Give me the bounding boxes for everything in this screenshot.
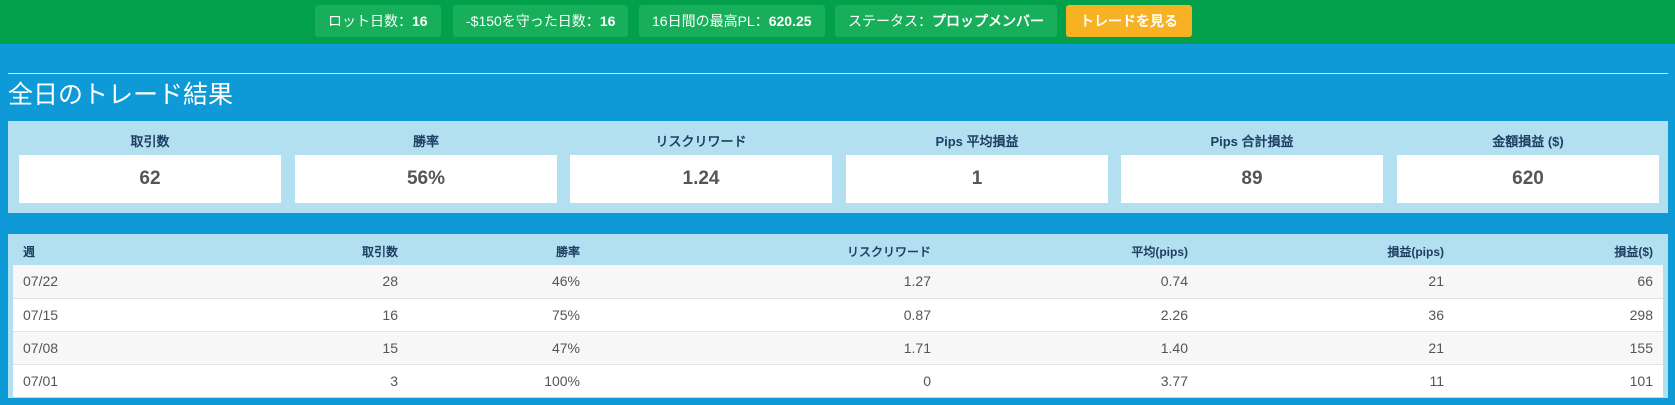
status-value: プロップメンバー (932, 13, 1044, 29)
stat-amount-pl: 金額損益 ($) 620 (1397, 121, 1659, 213)
stat-label: 金額損益 ($) (1492, 134, 1564, 149)
column-header-risk-reward[interactable]: リスクリワード (590, 238, 941, 265)
cell-week: 07/08 (13, 330, 193, 364)
cell-pl-pips: 21 (1198, 330, 1454, 364)
status-label: ステータス： (848, 13, 932, 29)
best-pl-value: 620.25 (768, 13, 812, 29)
cell-week: 07/15 (13, 297, 193, 331)
stat-label: リスクリワード (655, 134, 747, 149)
status-chip: ステータス：プロップメンバー (835, 5, 1057, 37)
view-trades-button[interactable]: トレードを見る (1066, 5, 1192, 37)
stat-label: Pips 合計損益 (1210, 134, 1294, 149)
cell-win-rate: 75% (408, 297, 590, 331)
top-status-bar: ロット日数：16 -$150を守った日数：16 16日間の最高PL：620.25… (0, 0, 1675, 44)
stat-label: 取引数 (130, 134, 170, 149)
cell-pl-usd: 66 (1637, 273, 1653, 290)
cell-win-rate: 47% (408, 330, 590, 364)
column-header-week[interactable]: 週 (13, 238, 193, 265)
cell-avg-pips: 2.26 (941, 297, 1198, 331)
table-row: 07/15 16 75% 0.87 2.26 36 298 (13, 297, 1663, 331)
cell-week: 07/22 (23, 273, 59, 290)
stat-label: Pips 平均損益 (935, 134, 1019, 149)
cell-pl-usd: 101 (1454, 363, 1663, 397)
cell-trades: 16 (193, 297, 408, 331)
table-row: 07/08 15 47% 1.71 1.40 21 155 (13, 330, 1663, 364)
lot-days-label: ロット日数： (328, 13, 412, 29)
stat-win-rate: 勝率 56% (295, 121, 557, 213)
cell-risk-reward: 0 (590, 363, 941, 397)
cell-pl-pips: 11 (1198, 363, 1454, 397)
table-row: 07/01 3 100% 0 3.77 11 101 (13, 363, 1663, 397)
cell-win-rate: 100% (408, 363, 590, 397)
cell-avg-pips: 0.74 (1160, 273, 1188, 290)
table-header-row: 週 取引数 勝率 リスクリワード 平均(pips) 損益(pips) 損益($) (13, 238, 1663, 265)
cell-week: 07/01 (13, 363, 193, 397)
stat-value: 1.24 (570, 155, 832, 203)
section-divider (8, 73, 1668, 74)
stat-pips-average: Pips 平均損益 1 (846, 121, 1108, 213)
stat-label: 勝率 (412, 134, 439, 149)
stat-value: 620 (1397, 155, 1659, 203)
section-title: 全日のトレード結果 (8, 81, 234, 109)
best-pl-label: 16日間の最高PL： (652, 13, 769, 29)
lot-days-value: 16 (412, 13, 428, 29)
best-pl-chip: 16日間の最高PL：620.25 (639, 5, 825, 37)
weekly-results-panel: 週 取引数 勝率 リスクリワード 平均(pips) 損益(pips) 損益($)… (8, 234, 1668, 398)
stat-risk-reward: リスクリワード 1.24 (570, 121, 832, 213)
cell-trades: 28 (382, 273, 398, 290)
protected-days-chip: -$150を守った日数：16 (453, 5, 629, 37)
cell-risk-reward: 0.87 (590, 297, 941, 331)
protected-days-label: -$150を守った日数： (466, 13, 600, 29)
cell-risk-reward: 1.71 (590, 330, 941, 364)
protected-days-value: 16 (599, 13, 616, 29)
stat-value: 89 (1121, 155, 1383, 203)
cell-avg-pips: 1.40 (941, 330, 1198, 364)
cell-trades: 3 (193, 363, 408, 397)
cell-risk-reward: 1.27 (903, 273, 931, 290)
cell-avg-pips: 3.77 (941, 363, 1198, 397)
cell-win-rate: 46% (551, 273, 580, 290)
lot-days-chip: ロット日数：16 (315, 5, 441, 37)
weekly-results-table: 週 取引数 勝率 リスクリワード 平均(pips) 損益(pips) 損益($)… (13, 238, 1663, 397)
cell-pl-pips: 36 (1198, 297, 1454, 331)
stat-value: 62 (19, 155, 281, 203)
cell-pl-usd: 155 (1454, 330, 1663, 364)
cell-trades: 15 (193, 330, 408, 364)
column-header-avg-pips[interactable]: 平均(pips) (941, 238, 1198, 265)
summary-panel: 取引数 62 勝率 56% リスクリワード 1.24 Pips 平均損益 1 P… (8, 121, 1668, 213)
column-header-trades[interactable]: 取引数 (193, 238, 408, 265)
column-header-win-rate[interactable]: 勝率 (408, 238, 590, 265)
cell-pl-usd: 298 (1454, 297, 1663, 331)
stat-pips-total: Pips 合計損益 89 (1121, 121, 1383, 213)
column-header-pl-pips[interactable]: 損益(pips) (1198, 238, 1454, 265)
table-row: 07/22 28 46% 1.27 0.74 21 66 (13, 265, 1663, 298)
stat-value: 1 (846, 155, 1108, 203)
cell-pl-pips: 21 (1428, 273, 1444, 290)
column-header-pl-usd[interactable]: 損益($) (1454, 238, 1663, 265)
stat-trades: 取引数 62 (19, 121, 281, 213)
stat-value: 56% (295, 155, 557, 203)
